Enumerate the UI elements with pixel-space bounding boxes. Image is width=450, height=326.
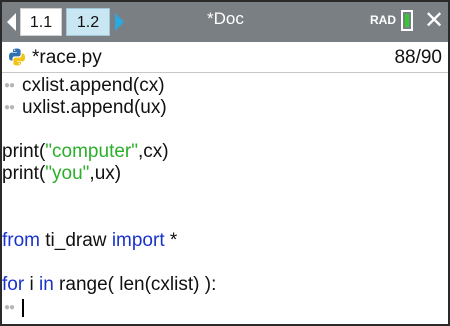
code-line-print-you[interactable]: print("you",ux) [2,163,121,185]
code-line-append-ux[interactable]: uxlist.append(ux) [22,97,167,119]
angle-mode-indicator: RAD [370,13,396,27]
print-call: print( [2,163,46,184]
file-header: *race.py 88/90 [2,42,448,73]
code-line-print-computer[interactable]: print("computer",cx) [2,141,169,163]
import-star: * [164,230,178,251]
scroll-left-icon[interactable] [7,13,16,31]
text-cursor [22,299,24,317]
indent-marker: ●● [4,102,15,113]
code-line-import[interactable]: from ti_draw import * [2,230,177,252]
string-literal: "computer" [45,141,138,162]
code-line-for-loop[interactable]: for i in range( len(cxlist) ): [2,274,216,296]
keyword-for: for [2,274,25,295]
indent-marker: ●● [4,80,15,91]
string-literal: "you" [45,163,90,184]
loop-iterable: range( len(cxlist) ): [53,274,217,295]
code-line-append-cx[interactable]: cxlist.append(cx) [22,75,165,97]
tab-1-1[interactable]: 1.1 [20,8,62,36]
keyword-from: from [2,230,40,251]
module-name: ti_draw [40,230,112,251]
scroll-right-icon[interactable] [115,13,124,31]
calculator-screen: 1.1 1.2 *Doc RAD ✕ *race.py 88/90 ●● cxl… [0,0,450,326]
print-args: ,cx) [138,141,169,162]
code-editor[interactable]: ●● cxlist.append(cx) ●● uxlist.append(ux… [2,73,448,324]
tab-1-2[interactable]: 1.2 [66,8,110,36]
print-args: ,ux) [89,163,122,184]
python-file-icon [7,47,27,67]
print-call: print( [2,141,46,162]
tab-bar: 1.1 1.2 *Doc RAD ✕ [2,2,448,42]
loop-variable: i [24,274,39,295]
keyword-import: import [111,230,165,251]
indent-marker: ●● [4,302,15,313]
keyword-in: in [38,274,54,295]
line-counter: 88/90 [394,47,442,68]
battery-icon [401,10,413,31]
close-icon[interactable]: ✕ [423,7,445,35]
file-name: *race.py [32,47,102,68]
battery-level [405,14,409,27]
document-title: *Doc [207,9,244,28]
